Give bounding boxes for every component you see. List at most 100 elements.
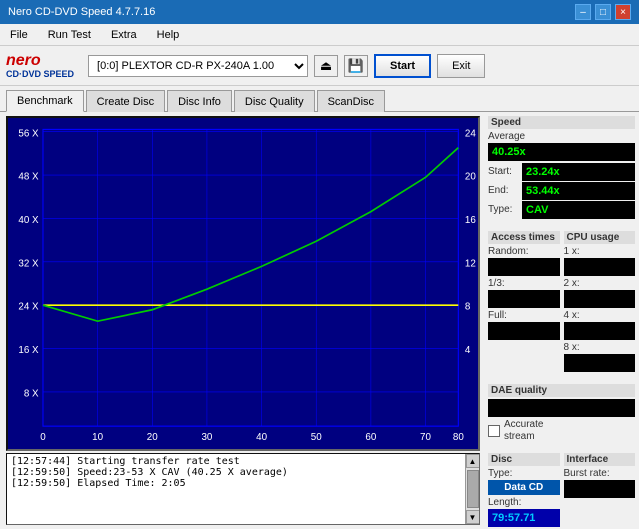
log-scroll-thumb[interactable] <box>467 470 479 508</box>
svg-text:32 X: 32 X <box>18 258 39 269</box>
cpu-x4-label: 4 x: <box>564 310 636 321</box>
access-cpu-row: Access times Random: 1/3: Full: CPU usag… <box>488 231 635 374</box>
chart-wrapper: 56 X 48 X 40 X 32 X 24 X 16 X 8 X 24 20 … <box>0 112 484 529</box>
one-third-value <box>488 290 560 308</box>
window-controls: – □ × <box>575 4 631 20</box>
svg-text:8 X: 8 X <box>24 388 39 399</box>
svg-text:56 X: 56 X <box>18 128 39 139</box>
disc-type-label: Type: <box>488 468 560 479</box>
dae-value <box>488 399 635 417</box>
disc-type-value: Data CD <box>488 480 560 495</box>
tab-benchmark[interactable]: Benchmark <box>6 90 84 112</box>
svg-text:80: 80 <box>453 432 464 443</box>
random-label: Random: <box>488 246 560 257</box>
dae-section: DAE quality Accurate stream <box>488 384 635 443</box>
svg-text:24 X: 24 X <box>18 302 39 313</box>
cpu-x2-label: 2 x: <box>564 278 636 289</box>
exit-button[interactable]: Exit <box>437 54 485 78</box>
start-label: Start: <box>488 166 520 177</box>
chart-svg: 56 X 48 X 40 X 32 X 24 X 16 X 8 X 24 20 … <box>8 118 478 449</box>
svg-text:20: 20 <box>147 432 158 443</box>
tab-disc-info[interactable]: Disc Info <box>167 90 232 112</box>
burst-value <box>564 480 636 498</box>
svg-text:20: 20 <box>465 171 476 182</box>
average-value: 40.25x <box>488 143 635 161</box>
log-scroll-down[interactable]: ▼ <box>466 510 480 524</box>
eject-icon-button[interactable]: ⏏ <box>314 55 338 77</box>
log-scroll-up[interactable]: ▲ <box>466 454 480 468</box>
svg-text:24: 24 <box>465 128 476 139</box>
accurate-stream-row: Accurate stream <box>488 419 635 443</box>
cpu-x1-value <box>564 258 636 276</box>
chart-container: 56 X 48 X 40 X 32 X 24 X 16 X 8 X 24 20 … <box>6 116 480 451</box>
cpu-section: CPU usage 1 x: 2 x: 4 x: 8 x: <box>564 231 636 374</box>
tab-create-disc[interactable]: Create Disc <box>86 90 165 112</box>
minimize-button[interactable]: – <box>575 4 591 20</box>
logo: nero CD·DVD SPEED <box>6 53 74 79</box>
log-entry-0: [12:57:44] Starting transfer rate test <box>11 456 475 467</box>
menu-extra[interactable]: Extra <box>105 27 143 43</box>
svg-text:8: 8 <box>465 302 471 313</box>
access-title: Access times <box>488 231 560 244</box>
svg-text:48 X: 48 X <box>18 171 39 182</box>
svg-text:4: 4 <box>465 345 471 356</box>
random-value <box>488 258 560 276</box>
menu-help[interactable]: Help <box>151 27 186 43</box>
maximize-button[interactable]: □ <box>595 4 611 20</box>
cpu-x8-label: 8 x: <box>564 342 636 353</box>
interface-section: Interface Burst rate: <box>564 453 636 529</box>
close-button[interactable]: × <box>615 4 631 20</box>
menubar: File Run Test Extra Help <box>0 24 639 46</box>
cpu-x8-value <box>564 354 636 372</box>
disc-title: Disc <box>488 453 560 466</box>
type-label: Type: <box>488 204 520 215</box>
main-content: 56 X 48 X 40 X 32 X 24 X 16 X 8 X 24 20 … <box>0 112 639 529</box>
interface-title: Interface <box>564 453 636 466</box>
svg-text:50: 50 <box>311 432 322 443</box>
accurate-label: Accurate <box>504 419 543 430</box>
cpu-x2-value <box>564 290 636 308</box>
cpu-title: CPU usage <box>564 231 636 244</box>
svg-text:70: 70 <box>420 432 431 443</box>
svg-text:30: 30 <box>201 432 212 443</box>
end-value: 53.44x <box>522 182 635 200</box>
burst-label: Burst rate: <box>564 468 636 479</box>
start-button[interactable]: Start <box>374 54 431 78</box>
tab-disc-quality[interactable]: Disc Quality <box>234 90 315 112</box>
svg-text:16: 16 <box>465 215 476 226</box>
right-panel: Speed Average 40.25x Start: 23.24x End: … <box>484 112 639 529</box>
window-title: Nero CD-DVD Speed 4.7.7.16 <box>8 6 155 18</box>
full-value <box>488 322 560 340</box>
average-label: Average <box>488 131 525 142</box>
end-label: End: <box>488 185 520 196</box>
disc-length-label: Length: <box>488 497 560 508</box>
log-entry-2: [12:59:50] Elapsed Time: 2:05 <box>11 478 475 489</box>
svg-text:16 X: 16 X <box>18 345 39 356</box>
log-entry-1: [12:59:50] Speed:23-53 X CAV (40.25 X av… <box>11 467 475 478</box>
tab-scandisc[interactable]: ScanDisc <box>317 90 385 112</box>
log-scrollbar[interactable]: ▲ ▼ <box>465 454 479 524</box>
type-value: CAV <box>522 201 635 219</box>
full-label: Full: <box>488 310 560 321</box>
speed-title: Speed <box>488 116 635 129</box>
disc-length-value: 79:57.71 <box>488 509 560 527</box>
disc-section: Disc Type: Data CD Length: 79:57.71 <box>488 453 560 529</box>
cpu-x4-value <box>564 322 636 340</box>
save-icon-button[interactable]: 💾 <box>344 55 368 77</box>
log-content: [12:57:44] Starting transfer rate test [… <box>7 454 479 524</box>
svg-text:12: 12 <box>465 258 476 269</box>
stream-label: stream <box>504 431 543 442</box>
svg-text:0: 0 <box>40 432 46 443</box>
accurate-stream-checkbox[interactable] <box>488 425 500 437</box>
one-third-label: 1/3: <box>488 278 560 289</box>
speed-section: Speed Average 40.25x Start: 23.24x End: … <box>488 116 635 221</box>
menu-runtest[interactable]: Run Test <box>42 27 97 43</box>
access-section: Access times Random: 1/3: Full: <box>488 231 560 374</box>
svg-text:40: 40 <box>256 432 267 443</box>
menu-file[interactable]: File <box>4 27 34 43</box>
logo-sub: CD·DVD SPEED <box>6 69 74 79</box>
drive-select[interactable]: [0:0] PLEXTOR CD-R PX-240A 1.00 <box>88 55 308 77</box>
start-value: 23.24x <box>522 163 635 181</box>
log-area: [12:57:44] Starting transfer rate test [… <box>6 453 480 525</box>
titlebar: Nero CD-DVD Speed 4.7.7.16 – □ × <box>0 0 639 24</box>
